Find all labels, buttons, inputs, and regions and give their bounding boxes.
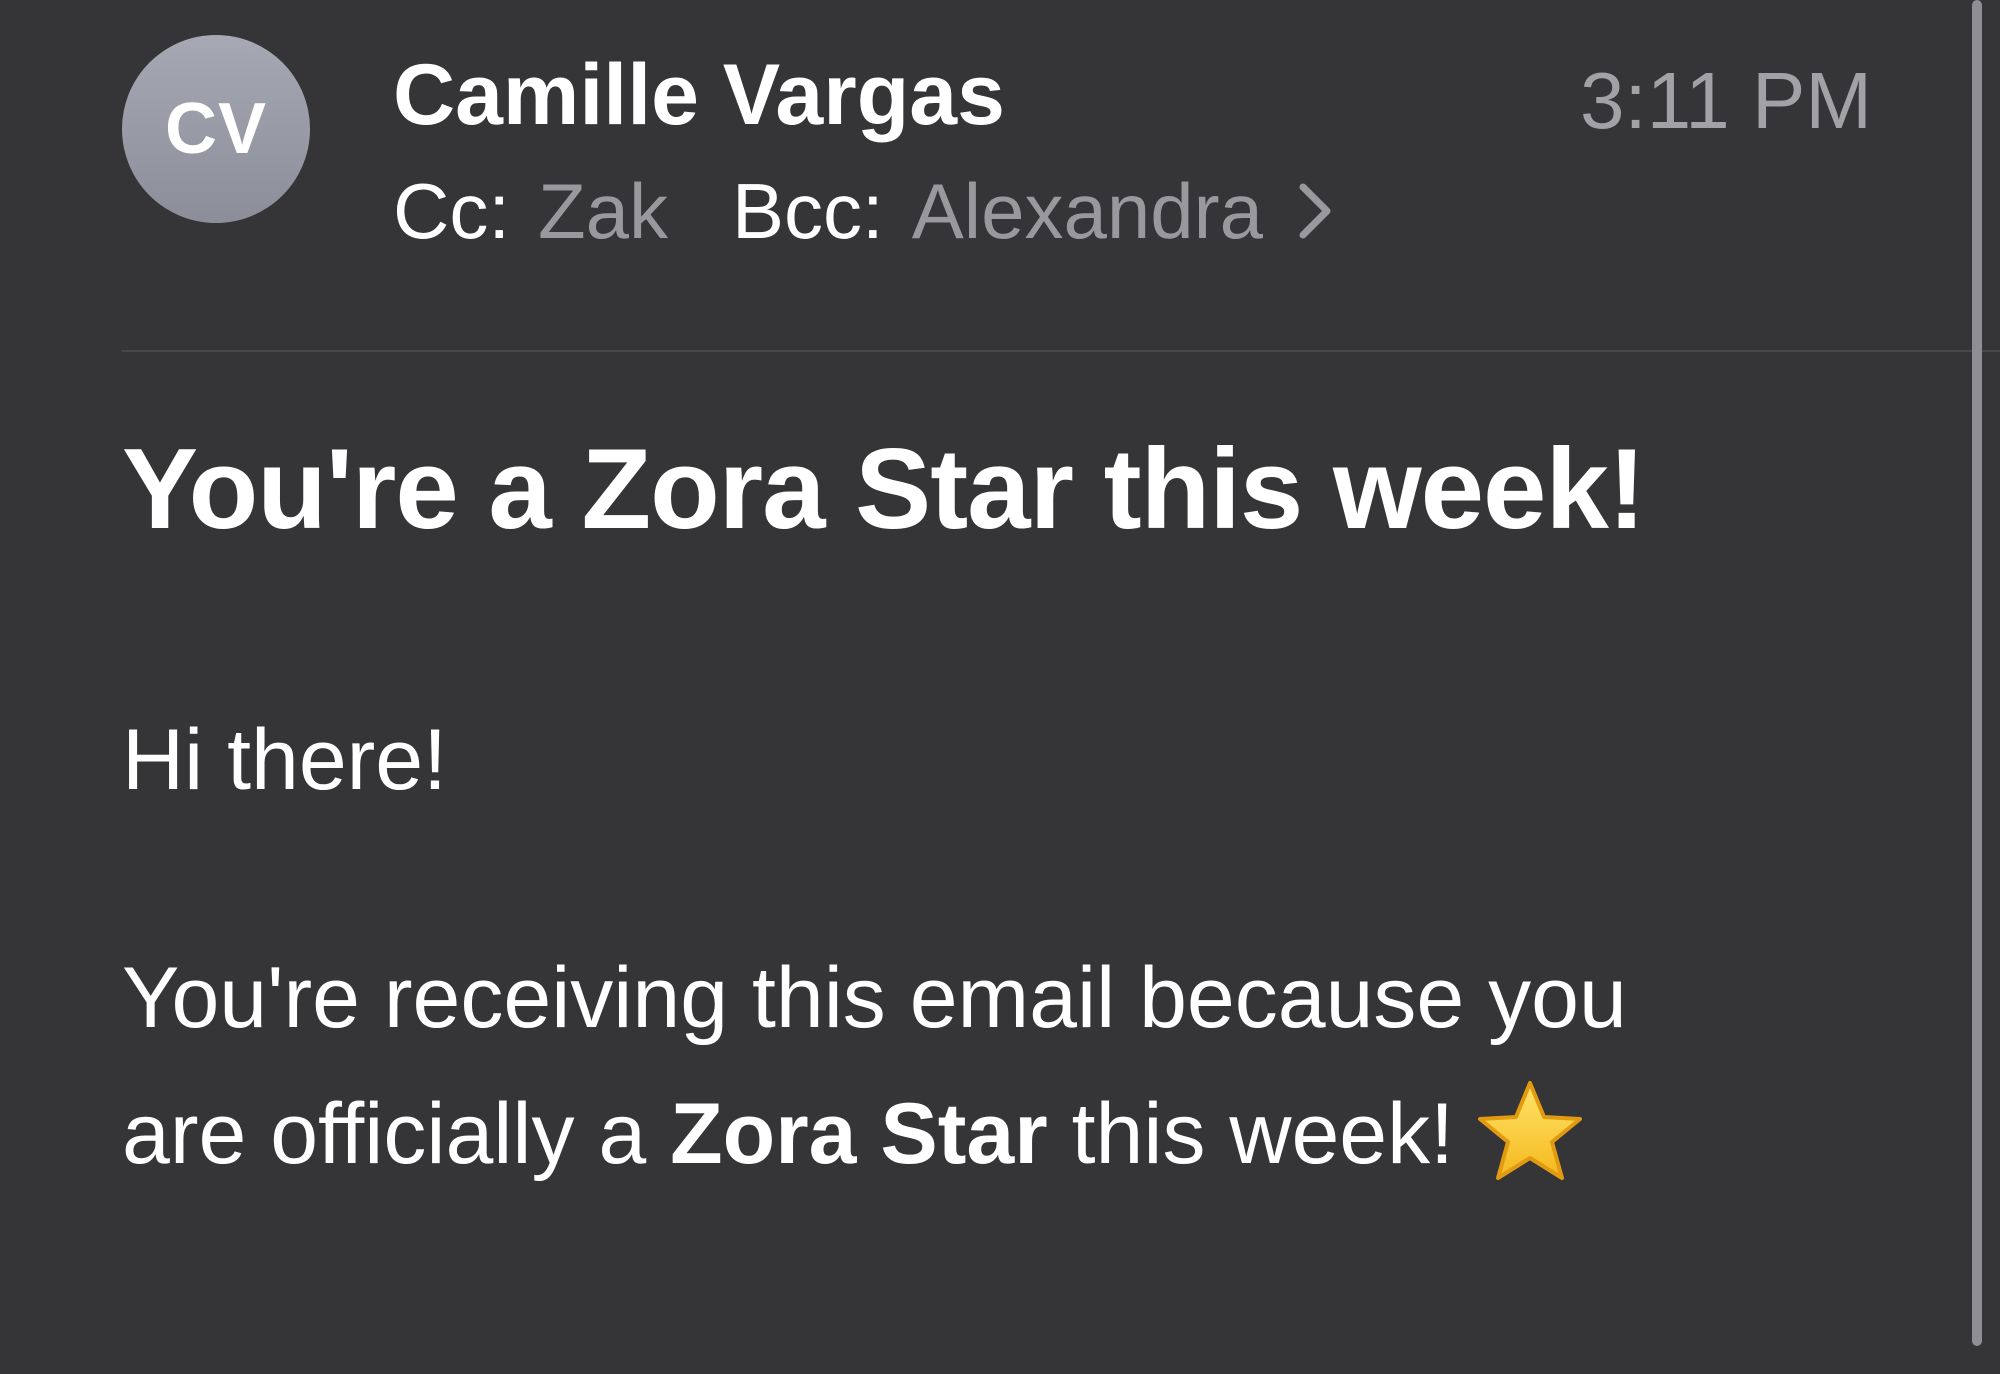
- sender-name[interactable]: Camille Vargas: [393, 40, 1005, 150]
- chevron-right-icon[interactable]: [1297, 183, 1333, 239]
- message-subject: You're a Zora Star this week!: [122, 426, 1646, 553]
- message-time: 3:11 PM: [1580, 56, 1872, 145]
- star-icon: [1478, 1081, 1582, 1180]
- bcc-recipient[interactable]: Alexandra: [912, 156, 1263, 266]
- avatar-initials: CV: [164, 89, 268, 169]
- cc-recipient[interactable]: Zak: [538, 156, 668, 266]
- body-text-part2: this week!: [1071, 1086, 1454, 1182]
- recipients-row[interactable]: Cc: Zak Bcc: Alexandra: [393, 156, 1333, 266]
- sender-avatar[interactable]: CV: [122, 35, 310, 223]
- message-greeting: Hi there!: [122, 712, 448, 808]
- message-body: You're receiving this email because you …: [122, 930, 1772, 1202]
- scrollbar[interactable]: [1972, 0, 1982, 1346]
- body-text-bold: Zora Star: [670, 1086, 1048, 1182]
- header-divider: [122, 350, 2000, 352]
- bcc-label: Bcc:: [732, 167, 884, 255]
- cc-label: Cc:: [393, 167, 510, 255]
- message-header: CV Camille Vargas 3:11 PM Cc: Zak Bcc: A…: [0, 0, 2000, 352]
